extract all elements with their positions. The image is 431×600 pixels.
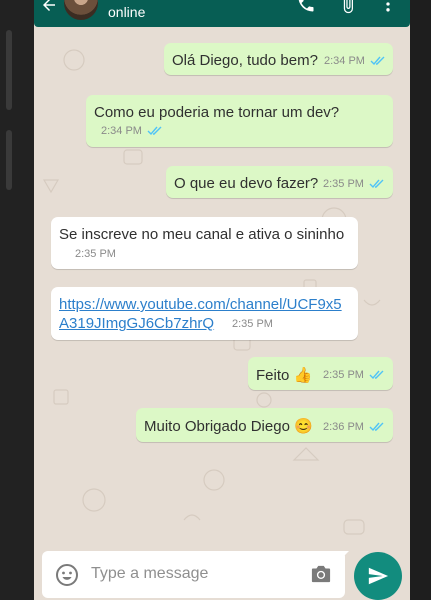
phone-frame-left xyxy=(0,0,34,600)
message-time: 2:35 PM xyxy=(323,369,364,381)
double-check-icon xyxy=(147,126,162,136)
message-text: O que eu devo fazer? xyxy=(174,175,319,192)
message-composer[interactable]: Type a message xyxy=(42,551,349,598)
send-icon xyxy=(368,567,389,585)
message-time: 2:34 PM xyxy=(324,55,365,67)
message-bubble-outgoing[interactable]: Como eu poderia me tornar um dev? 2:34 P… xyxy=(86,95,393,147)
send-button[interactable] xyxy=(354,552,402,600)
message-time: 2:35 PM xyxy=(232,318,273,330)
message-input[interactable]: Type a message xyxy=(91,565,208,583)
message-text: Como eu poderia me tornar um dev? xyxy=(94,104,340,121)
message-text: Se inscreve no meu canal e ativa o sinin… xyxy=(59,226,345,243)
message-link-line[interactable]: A319JImgGJ6Cb7zhrQ xyxy=(59,315,214,332)
message-list: Olá Diego, tudo bem? 2:34 PM Como eu pod… xyxy=(34,0,410,548)
message-bubble-outgoing[interactable]: Olá Diego, tudo bem? 2:34 PM xyxy=(164,43,393,75)
message-bubble-incoming[interactable]: https://www.youtube.com/channel/UCF9x5 A… xyxy=(51,287,358,340)
double-check-icon xyxy=(370,56,385,66)
double-check-icon xyxy=(369,179,384,189)
message-bubble-outgoing[interactable]: O que eu devo fazer? 2:35 PM xyxy=(166,166,393,198)
message-text: Muito Obrigado Diego 😊 xyxy=(144,418,313,435)
message-bubble-outgoing[interactable]: Muito Obrigado Diego 😊 2:36 PM xyxy=(136,408,393,442)
double-check-icon xyxy=(369,422,384,432)
chat-screen: online Olá Diego, tudo bem? 2:34 PM Como… xyxy=(34,0,410,600)
message-time: 2:34 PM xyxy=(101,125,142,137)
emoji-icon[interactable] xyxy=(55,563,79,587)
double-check-icon xyxy=(369,370,384,380)
phone-frame-right xyxy=(410,0,431,600)
message-bubble-outgoing[interactable]: Feito 👍 2:35 PM xyxy=(248,357,393,390)
message-link-line[interactable]: https://www.youtube.com/channel/UCF9x5 xyxy=(59,296,342,313)
camera-icon[interactable] xyxy=(310,564,332,584)
message-time: 2:35 PM xyxy=(323,178,364,190)
message-time: 2:36 PM xyxy=(323,421,364,433)
message-bubble-incoming[interactable]: Se inscreve no meu canal e ativa o sinin… xyxy=(51,217,358,269)
message-text: Feito 👍 xyxy=(256,367,313,384)
message-text: Olá Diego, tudo bem? xyxy=(172,52,318,69)
message-time: 2:35 PM xyxy=(75,248,116,260)
